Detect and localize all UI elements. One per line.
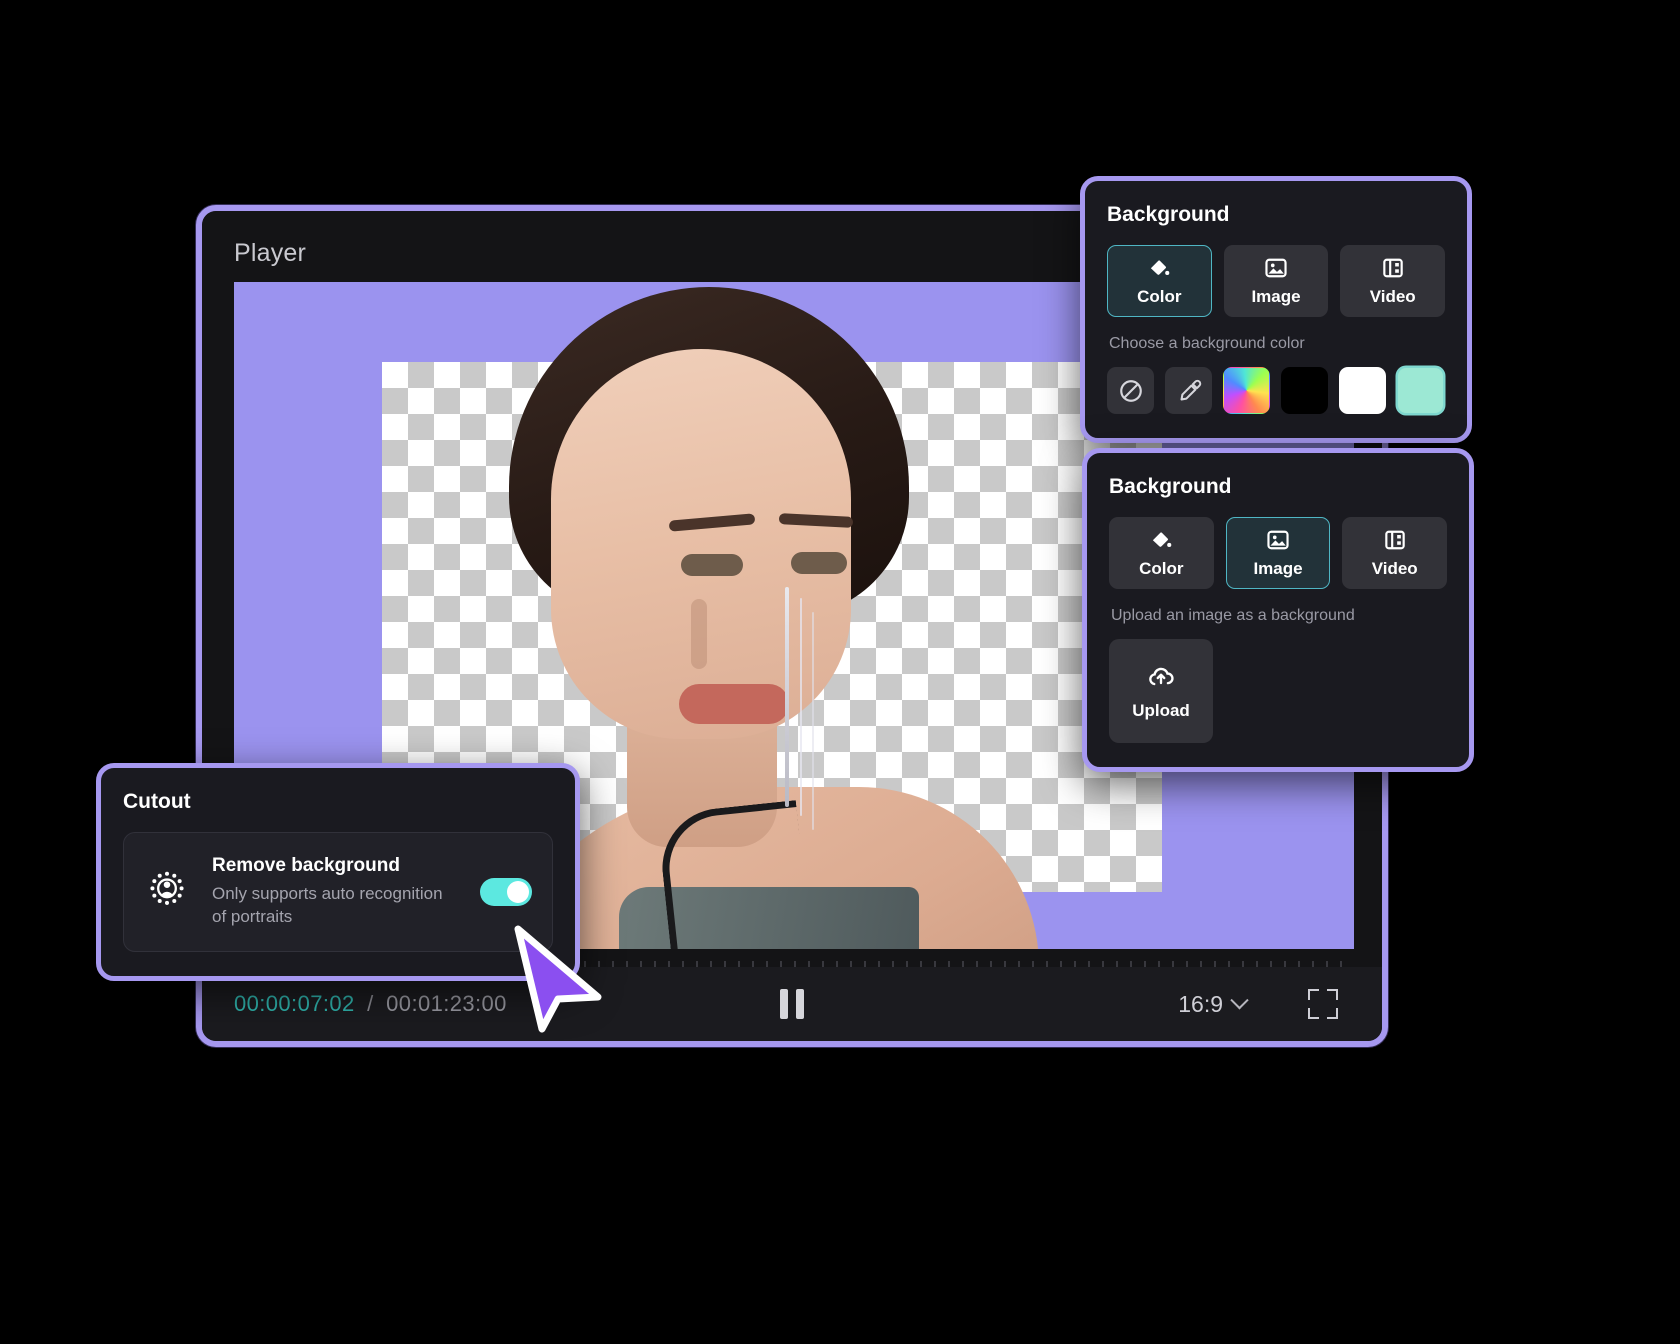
white-swatch[interactable]: [1339, 367, 1386, 414]
tab-video-label: Video: [1372, 559, 1418, 579]
background-type-tabs: Color Image Video: [1109, 517, 1447, 589]
tab-image-label: Image: [1253, 559, 1302, 579]
chevron-down-icon: [1230, 991, 1248, 1009]
remove-background-toggle[interactable]: [480, 878, 532, 906]
image-hint-text: Upload an image as a background: [1111, 607, 1447, 625]
color-swatch-row: [1107, 367, 1445, 414]
tab-color[interactable]: Color: [1107, 245, 1212, 317]
tab-image-label: Image: [1251, 287, 1300, 307]
tab-image[interactable]: Image: [1224, 245, 1329, 317]
upload-button-label: Upload: [1132, 701, 1190, 721]
pause-button[interactable]: [780, 989, 804, 1019]
page-title: Player: [234, 239, 306, 268]
background-color-panel: Background Color Image: [1080, 176, 1472, 443]
upload-button[interactable]: Upload: [1109, 639, 1213, 743]
fullscreen-icon: [1327, 1008, 1338, 1019]
black-swatch[interactable]: [1281, 367, 1328, 414]
tab-video[interactable]: Video: [1342, 517, 1447, 589]
film-icon: [1382, 527, 1408, 553]
remove-background-description: Only supports auto recognition of portra…: [212, 883, 458, 929]
eyedropper-icon: [1176, 378, 1202, 404]
no-color-icon: [1118, 378, 1144, 404]
timecode-current: 00:00:07:02: [234, 991, 355, 1016]
aspect-ratio-label: 16:9: [1178, 991, 1223, 1018]
background-image-panel: Background Color Image: [1082, 448, 1474, 772]
remove-background-row[interactable]: Remove background Only supports auto rec…: [123, 832, 553, 952]
panel-title: Cutout: [123, 790, 553, 814]
portrait-cutout-icon: [144, 869, 190, 915]
film-icon: [1380, 255, 1406, 281]
image-icon: [1265, 527, 1291, 553]
tab-video-label: Video: [1370, 287, 1416, 307]
eyedropper-swatch[interactable]: [1165, 367, 1212, 414]
screenshot-root: Player: [0, 0, 1680, 1344]
pause-icon: [780, 989, 788, 1019]
remove-background-title: Remove background: [212, 855, 458, 877]
tab-image[interactable]: Image: [1226, 517, 1331, 589]
panel-title: Background: [1107, 203, 1445, 227]
image-icon: [1263, 255, 1289, 281]
tab-video[interactable]: Video: [1340, 245, 1445, 317]
fullscreen-icon: [1308, 989, 1319, 1000]
paint-bucket-icon: [1146, 255, 1172, 281]
panel-title: Background: [1109, 475, 1447, 499]
toggle-knob: [507, 881, 529, 903]
none-swatch[interactable]: [1107, 367, 1154, 414]
gradient-picker-swatch[interactable]: [1223, 367, 1270, 414]
timecode-separator: /: [367, 991, 374, 1016]
paint-bucket-icon: [1148, 527, 1174, 553]
remove-background-text: Remove background Only supports auto rec…: [212, 855, 458, 929]
timecode-display: 00:00:07:02 / 00:01:23:00: [234, 991, 507, 1017]
cloud-upload-icon: [1146, 661, 1176, 691]
timecode-total: 00:01:23:00: [386, 991, 507, 1016]
cutout-panel: Cutout Remove background Only supports a…: [96, 763, 580, 981]
tab-color[interactable]: Color: [1109, 517, 1214, 589]
color-hint-text: Choose a background color: [1109, 335, 1445, 353]
fullscreen-button[interactable]: [1308, 989, 1338, 1019]
pause-icon: [796, 989, 804, 1019]
tab-color-label: Color: [1137, 287, 1181, 307]
mint-swatch[interactable]: [1397, 367, 1444, 414]
fullscreen-icon: [1308, 1008, 1319, 1019]
fullscreen-icon: [1327, 989, 1338, 1000]
tab-color-label: Color: [1139, 559, 1183, 579]
background-type-tabs: Color Image Video: [1107, 245, 1445, 317]
aspect-ratio-selector[interactable]: 16:9: [1178, 991, 1246, 1018]
